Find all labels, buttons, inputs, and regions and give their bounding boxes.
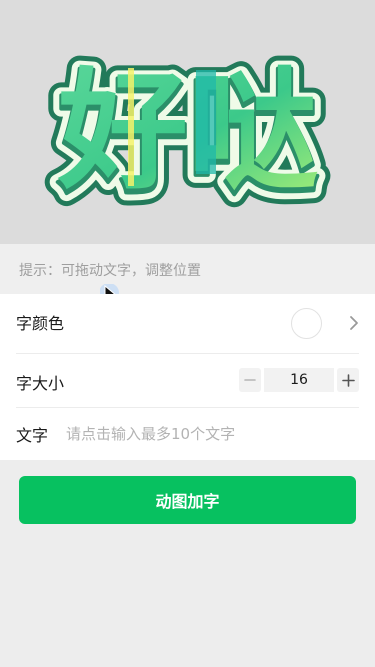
plus-icon	[341, 373, 355, 387]
sticker-accent-bar	[196, 70, 216, 174]
font-size-value[interactable]: 16	[264, 368, 334, 392]
increase-size-button[interactable]	[337, 368, 359, 392]
drag-hint: 提示：可拖动文字，调整位置	[0, 244, 375, 294]
sticker-canvas: 好哒 好哒 好哒 好哒	[44, 46, 331, 224]
minus-icon	[244, 379, 256, 381]
text-label: 文字	[16, 426, 49, 445]
decrease-size-button[interactable]	[239, 368, 261, 392]
font-color-row[interactable]: 字颜色	[0, 294, 375, 350]
settings-panel: 字颜色 字大小 16 文字	[0, 294, 375, 460]
text-input[interactable]	[66, 420, 356, 448]
chevron-right-icon[interactable]	[345, 314, 363, 332]
sticker-highlight-stripe	[128, 68, 134, 186]
font-color-swatch[interactable]	[291, 308, 322, 339]
font-size-label: 字大小	[16, 374, 65, 393]
font-color-label: 字颜色	[16, 314, 65, 333]
add-text-to-gif-button[interactable]: 动图加字	[19, 476, 356, 524]
sticker-text: 好哒	[57, 55, 318, 207]
sticker-preview: 好哒 好哒 好哒 好哒	[0, 0, 375, 244]
